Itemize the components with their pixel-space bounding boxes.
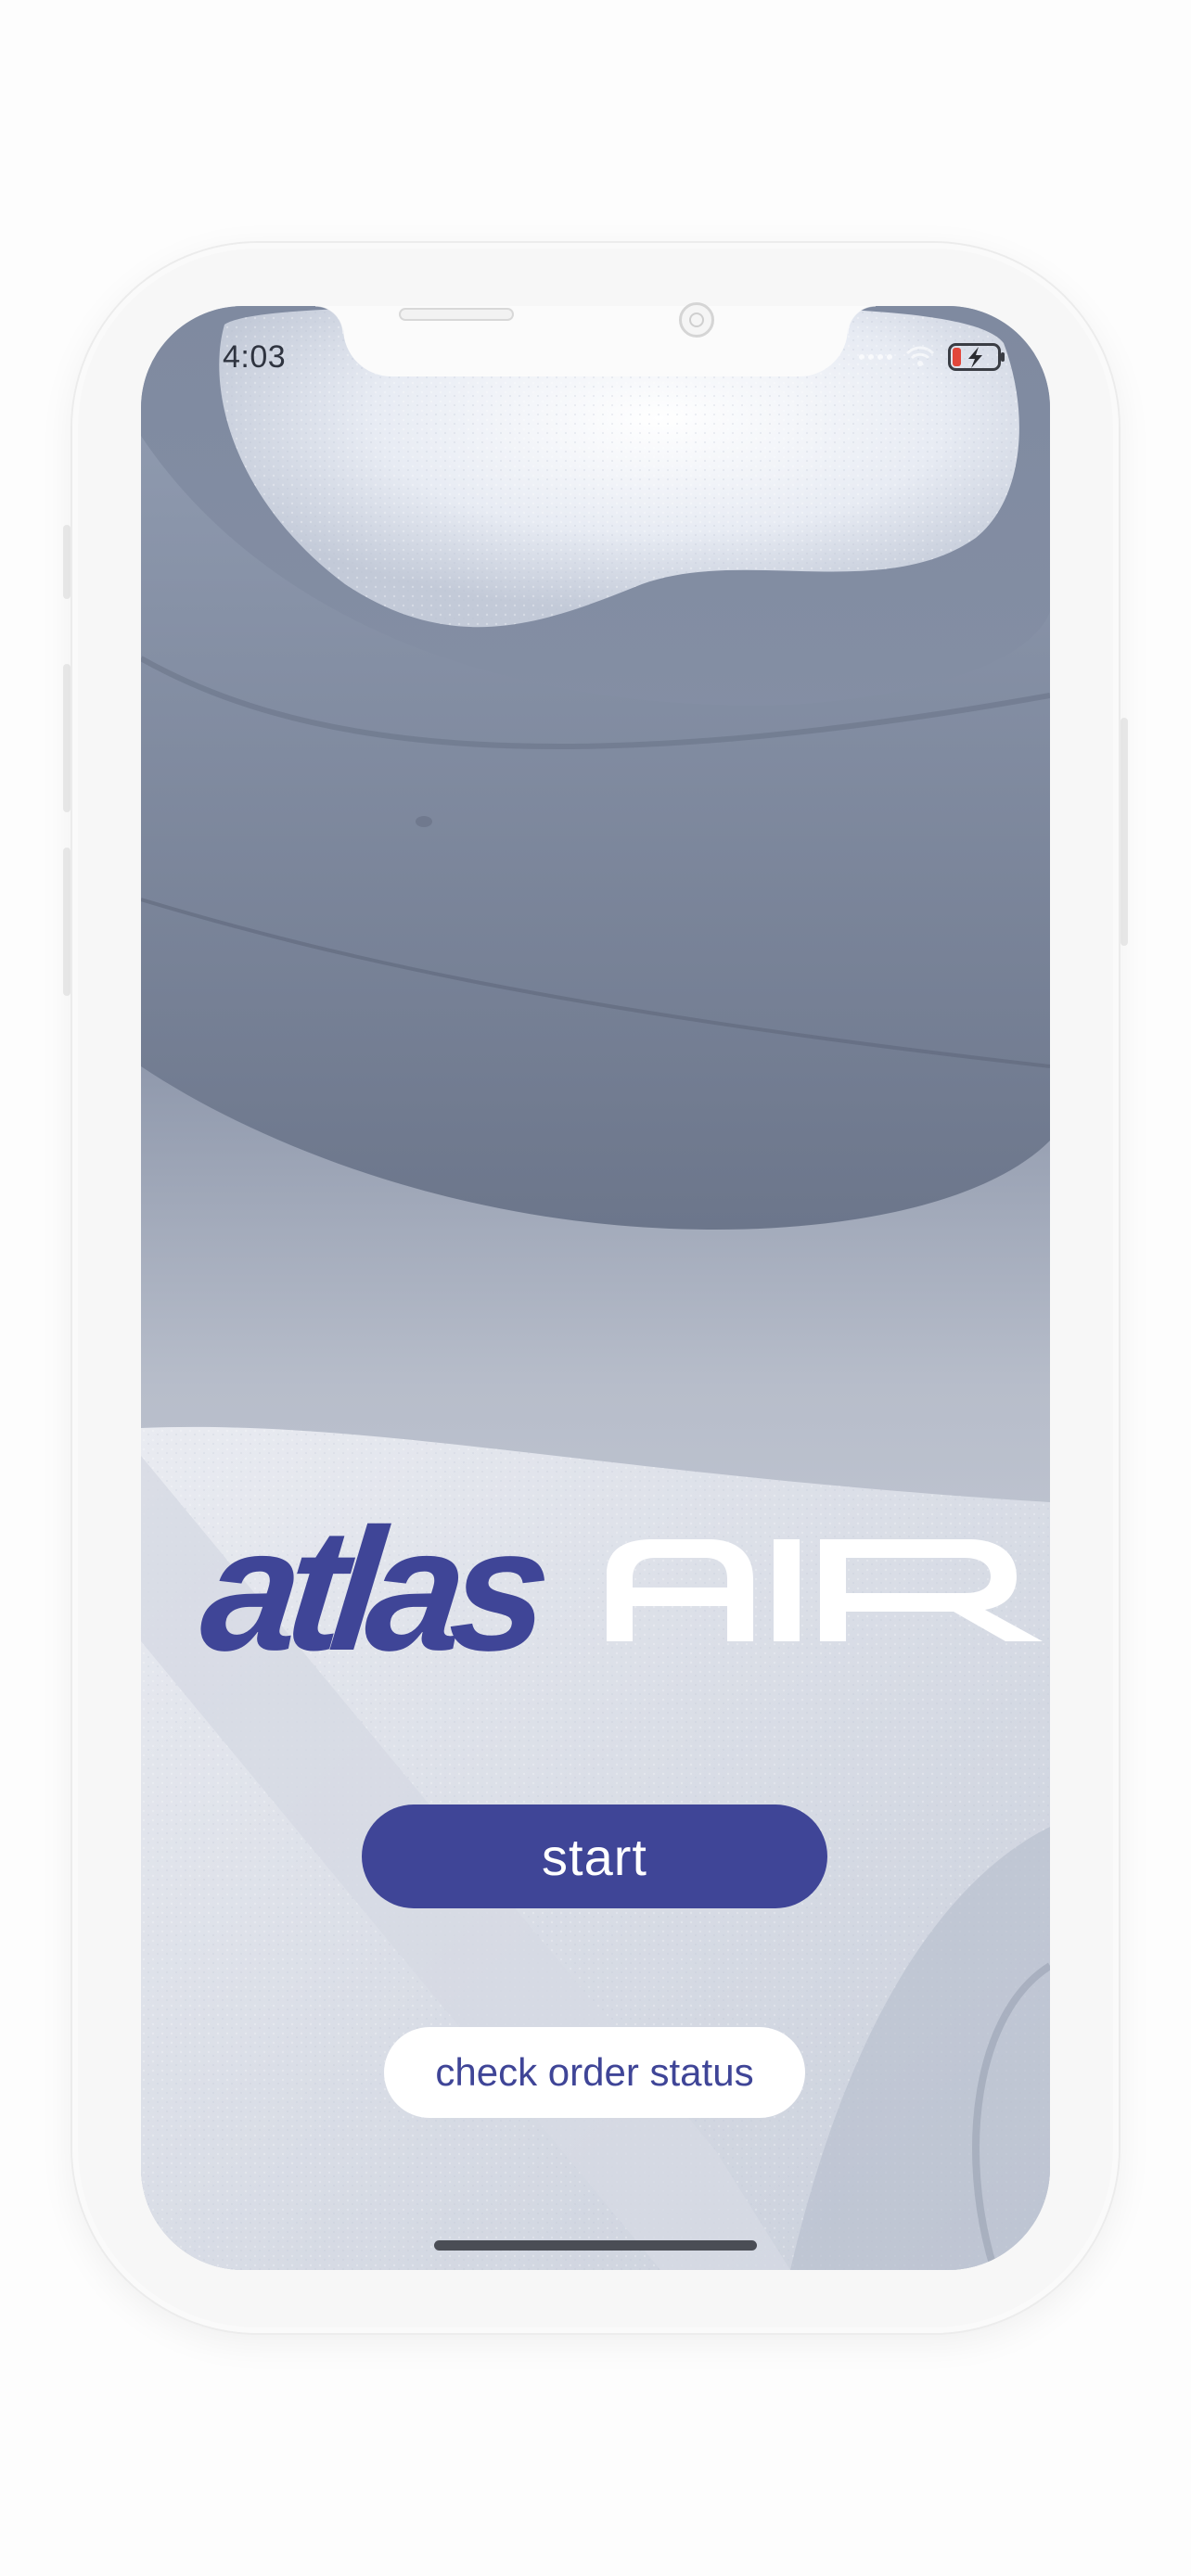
mute-switch xyxy=(63,525,70,599)
volume-down-button xyxy=(63,848,70,996)
volume-up-button xyxy=(63,664,70,812)
cellular-signal-icon xyxy=(859,354,892,360)
atlas-air-logo: atlas xyxy=(194,1492,1048,1687)
home-indicator[interactable] xyxy=(434,2240,757,2251)
logo-air-wordmark xyxy=(607,1539,1043,1641)
start-button[interactable]: start xyxy=(362,1804,827,1908)
front-camera xyxy=(679,302,714,338)
mockup-stage: 4:03 atlas start check order status xyxy=(0,0,1191,2576)
power-button xyxy=(1121,718,1128,946)
wifi-icon xyxy=(905,346,935,366)
check-order-status-button[interactable]: check order status xyxy=(384,2027,805,2118)
status-bar-time: 4:03 xyxy=(223,339,287,375)
earpiece-speaker xyxy=(399,308,514,321)
app-screen: 4:03 atlas start check order status xyxy=(141,306,1050,2270)
logo-atlas-wordmark: atlas xyxy=(193,1492,547,1687)
status-bar-indicators xyxy=(859,343,1005,371)
battery-charging-icon xyxy=(948,343,1005,371)
background-photo xyxy=(141,306,1050,2270)
